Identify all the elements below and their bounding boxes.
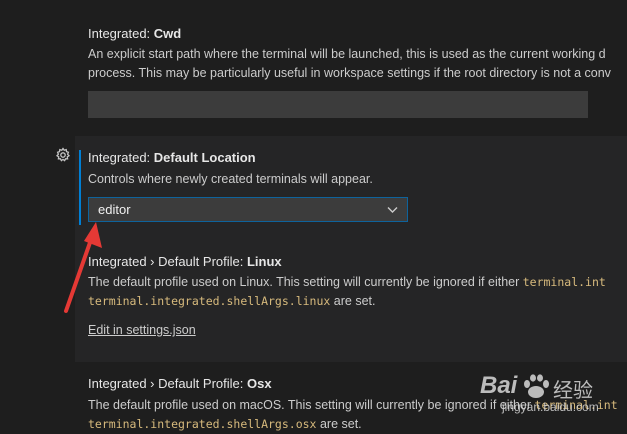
setting-profile-linux-description: The default profile used on Linux. This … <box>88 275 606 308</box>
setting-cwd-title: Integrated: Cwd <box>88 26 182 41</box>
cwd-input[interactable] <box>88 91 588 118</box>
paw-icon <box>522 374 550 403</box>
chevron-down-icon <box>386 203 399 219</box>
setting-default-location-title: Integrated: Default Location <box>88 150 256 165</box>
edit-in-settings-json-link[interactable]: Edit in settings.json <box>88 323 196 337</box>
setting-profile-linux-title: Integrated › Default Profile: Linux <box>88 254 282 269</box>
focus-indicator <box>79 150 81 225</box>
red-arrow-annotation <box>58 216 108 316</box>
gear-icon[interactable] <box>55 147 71 163</box>
default-location-selected-value: editor <box>98 202 131 217</box>
baidu-watermark-logo: Bai 经验 jingyan.baidu.com <box>480 372 599 414</box>
setting-profile-osx-title: Integrated › Default Profile: Osx <box>88 376 272 391</box>
setting-cwd-description: An explicit start path where the termina… <box>88 47 611 80</box>
default-location-select[interactable]: editor <box>88 197 408 222</box>
setting-default-location-description: Controls where newly created terminals w… <box>88 172 373 186</box>
